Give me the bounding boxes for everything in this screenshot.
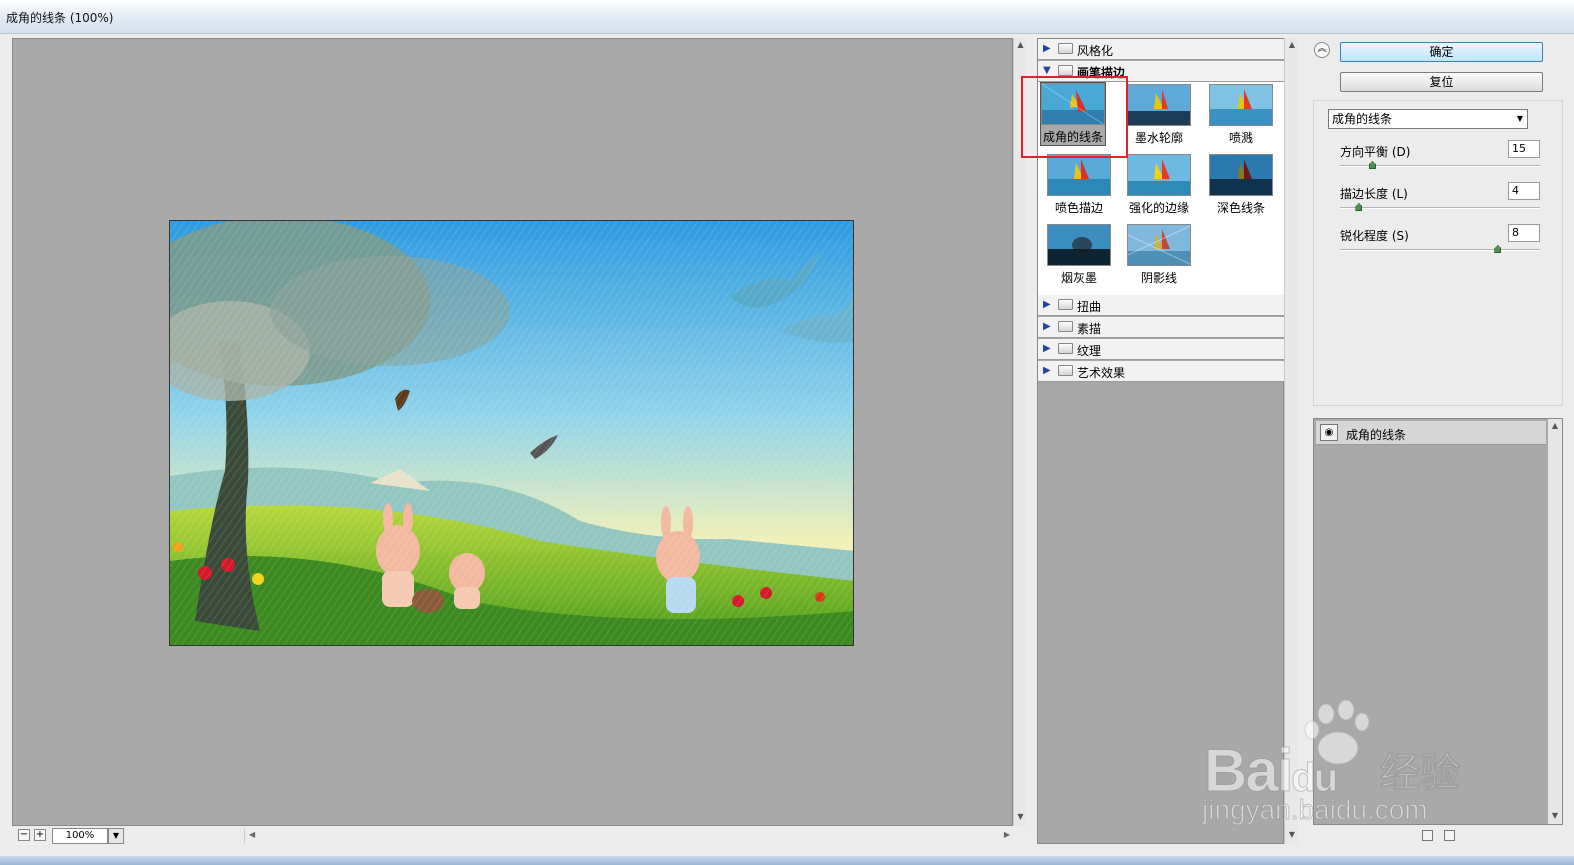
watermark-url: jingyan.baidu.com [1202, 794, 1429, 826]
trash-icon[interactable] [1444, 830, 1455, 841]
param-sharpness: 锐化程度 (S) 8 [1340, 224, 1540, 267]
baidu-watermark: Baidu 经验 jingyan.baidu.com [1200, 699, 1500, 830]
param-label: 锐化程度 (S) [1340, 229, 1409, 243]
thumb-sprayed-strokes[interactable]: 喷色描边 [1046, 154, 1112, 218]
chevron-down-icon: ▼ [1516, 114, 1523, 123]
effect-layer-row[interactable]: ◉ 成角的线条 [1316, 421, 1546, 445]
expand-triangle-icon[interactable]: ▶ [1043, 321, 1051, 332]
thumbnail-label: 深色线条 [1216, 201, 1265, 215]
scroll-right-icon[interactable]: ▶ [1004, 830, 1010, 839]
scroll-up-icon[interactable]: ▲ [1548, 421, 1562, 431]
thumb-accented-edges[interactable]: 强化的边缘 [1126, 154, 1192, 218]
slider-track[interactable] [1340, 249, 1540, 251]
eye-icon[interactable]: ◉ [1320, 424, 1338, 441]
thumbnail-image [1047, 224, 1111, 266]
title-bar: 成角的线条 (100%) [0, 0, 1574, 34]
thumbnail-image [1209, 84, 1273, 126]
thumbnail-label: 烟灰墨 [1060, 271, 1097, 285]
scroll-down-icon[interactable]: ▼ [1014, 812, 1027, 822]
collapse-triangle-icon[interactable]: ▼ [1043, 65, 1051, 76]
zoom-dropdown-icon[interactable]: ▼ [108, 828, 124, 844]
thumbnail-label: 喷溅 [1228, 131, 1253, 145]
preview-image [169, 220, 854, 646]
window-title: 成角的线条 (100%) [6, 11, 114, 25]
layer-label: 成角的线条 [1346, 428, 1407, 442]
thumbnail-image [1127, 154, 1191, 196]
layers-scrollbar[interactable]: ▲ ▼ [1548, 419, 1562, 824]
thumbnail-image [1047, 154, 1111, 196]
category-artistic[interactable]: ▶ 艺术效果 [1038, 361, 1284, 382]
expand-triangle-icon[interactable]: ▶ [1043, 299, 1051, 310]
thumbnail-image [1127, 84, 1191, 126]
folder-icon [1058, 365, 1073, 376]
param-label: 描边长度 (L) [1340, 187, 1408, 201]
thumb-crosshatch[interactable]: 阴影线 [1126, 224, 1192, 288]
thumbnail-image [1127, 224, 1191, 266]
thumb-sumi-e[interactable]: 烟灰墨 [1046, 224, 1112, 288]
param-direction-balance: 方向平衡 (D) 15 [1340, 140, 1540, 183]
category-stylize[interactable]: ▶ 风格化 [1038, 39, 1284, 60]
thumb-dark-strokes[interactable]: 深色线条 [1208, 154, 1274, 218]
collapse-gallery-icon[interactable]: ︽ [1314, 42, 1330, 58]
folder-icon [1058, 321, 1073, 332]
param-value-input[interactable]: 8 [1508, 224, 1540, 242]
thumbnail-label: 强化的边缘 [1128, 201, 1189, 215]
expand-triangle-icon[interactable]: ▶ [1043, 343, 1051, 354]
category-label: 风格化 [1077, 44, 1114, 58]
category-texture[interactable]: ▶ 纹理 [1038, 339, 1284, 360]
folder-icon [1058, 43, 1073, 54]
slider-track[interactable] [1340, 207, 1540, 209]
thumbnail-label: 阴影线 [1140, 271, 1177, 285]
folder-icon [1058, 299, 1073, 310]
category-label: 艺术效果 [1077, 366, 1126, 380]
ok-button[interactable]: 确定 [1340, 42, 1543, 62]
watermark-cn: 经验 [1380, 750, 1461, 797]
zoom-bar: − + 100% ▼ ◀ ▶ [12, 826, 1026, 846]
reset-button[interactable]: 复位 [1340, 72, 1543, 92]
param-stroke-length: 描边长度 (L) 4 [1340, 182, 1540, 225]
taskbar-edge [0, 856, 1574, 865]
scroll-left-icon[interactable]: ◀ [249, 830, 255, 839]
highlight-box [1021, 76, 1128, 158]
expand-triangle-icon[interactable]: ▶ [1043, 365, 1051, 376]
category-label: 扭曲 [1077, 300, 1102, 314]
category-distort[interactable]: ▶ 扭曲 [1038, 295, 1284, 316]
slider-knob[interactable] [1355, 203, 1363, 211]
category-sketch[interactable]: ▶ 素描 [1038, 317, 1284, 338]
expand-triangle-icon[interactable]: ▶ [1043, 43, 1051, 54]
param-value-input[interactable]: 4 [1508, 182, 1540, 200]
param-label: 方向平衡 (D) [1340, 145, 1411, 159]
thumbnail-label: 喷色描边 [1054, 201, 1103, 215]
folder-icon [1058, 65, 1073, 76]
slider-knob[interactable] [1368, 161, 1376, 169]
thumbnail-label: 墨水轮廓 [1134, 131, 1183, 145]
preview-horizontal-scrollbar[interactable]: ◀ ▶ [244, 828, 1014, 844]
zoom-level-field[interactable]: 100% [52, 828, 108, 844]
filter-select-value: 成角的线条 [1332, 112, 1393, 126]
filter-settings: 成角的线条 ▼ 方向平衡 (D) 15 描边长度 (L) 4 锐化程度 (S) … [1313, 100, 1563, 406]
scroll-down-icon[interactable]: ▼ [1285, 830, 1299, 840]
param-value-input[interactable]: 15 [1508, 140, 1540, 158]
thumbnail-image [1209, 154, 1273, 196]
zoom-out-button[interactable]: − [18, 829, 30, 841]
category-label: 素描 [1077, 322, 1102, 336]
scroll-up-icon[interactable]: ▲ [1014, 40, 1027, 50]
scroll-down-icon[interactable]: ▼ [1548, 811, 1562, 821]
filter-select[interactable]: 成角的线条 ▼ [1328, 109, 1528, 129]
slider-knob[interactable] [1494, 245, 1502, 253]
folder-icon [1058, 343, 1073, 354]
category-label: 纹理 [1077, 344, 1102, 358]
new-layer-icon[interactable] [1422, 830, 1433, 841]
thumb-ink-outlines[interactable]: 墨水轮廓 [1126, 84, 1192, 148]
landscape-illustration [170, 221, 853, 645]
thumb-spatter[interactable]: 喷溅 [1208, 84, 1274, 148]
zoom-in-button[interactable]: + [34, 829, 46, 841]
scroll-up-icon[interactable]: ▲ [1285, 40, 1299, 50]
